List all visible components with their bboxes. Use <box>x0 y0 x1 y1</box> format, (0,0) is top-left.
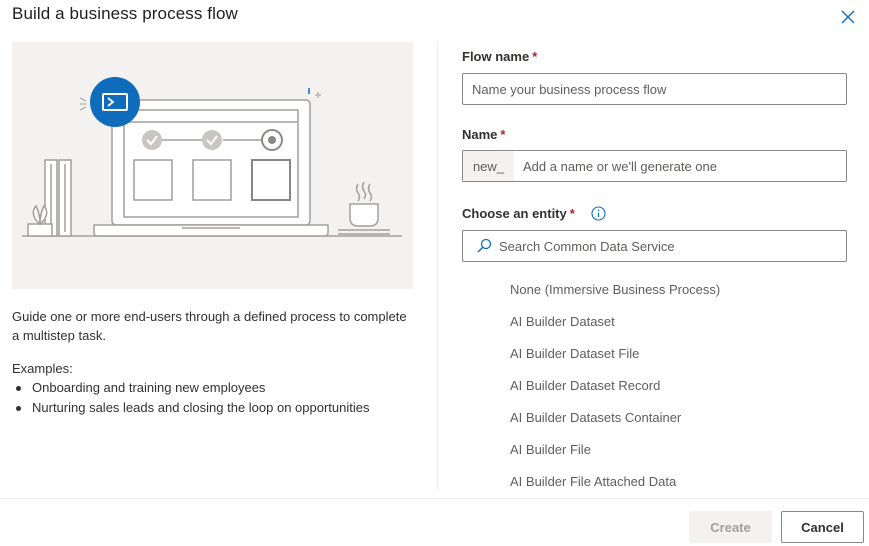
entity-label: Choose an entity * <box>462 206 575 221</box>
dialog-title: Build a business process flow <box>12 4 238 23</box>
entity-option[interactable]: AI Builder Dataset Record <box>462 370 847 402</box>
entity-option[interactable]: AI Builder File Attached Data <box>462 466 847 490</box>
example-item: Nurturing sales leads and closing the lo… <box>12 398 370 418</box>
create-button[interactable]: Create <box>689 511 772 543</box>
description-text: Guide one or more end-users through a de… <box>12 309 407 343</box>
footer-divider <box>0 498 869 499</box>
cancel-button[interactable]: Cancel <box>781 511 864 543</box>
close-button[interactable] <box>838 7 858 27</box>
info-button[interactable] <box>591 206 606 221</box>
entity-option[interactable]: AI Builder Dataset <box>462 306 847 338</box>
close-icon <box>841 10 855 24</box>
examples-list: Onboarding and training new employees Nu… <box>12 378 370 417</box>
examples-label: Examples: <box>12 361 73 376</box>
required-marker: * <box>500 127 506 142</box>
vertical-divider <box>437 42 438 490</box>
info-icon <box>591 206 606 221</box>
name-prefix: new_ <box>463 151 514 181</box>
required-marker: * <box>569 206 575 221</box>
entity-option[interactable]: AI Builder Datasets Container <box>462 402 847 434</box>
name-label: Name * <box>462 127 506 142</box>
entity-search-input[interactable] <box>499 238 846 254</box>
flow-terminal-icon <box>90 77 140 127</box>
example-item: Onboarding and training new employees <box>12 378 370 398</box>
search-icon <box>463 238 499 254</box>
required-marker: * <box>532 49 538 64</box>
entity-option[interactable]: None (Immersive Business Process) <box>462 274 847 306</box>
name-input[interactable] <box>514 151 846 181</box>
entity-option[interactable]: AI Builder Dataset File <box>462 338 847 370</box>
flow-name-input[interactable] <box>462 73 847 105</box>
entity-option[interactable]: AI Builder File <box>462 434 847 466</box>
entity-list: None (Immersive Business Process) AI Bui… <box>462 274 847 490</box>
flow-name-label: Flow name * <box>462 49 538 64</box>
entity-search-box <box>462 230 847 262</box>
illustration <box>12 42 413 289</box>
name-field: new_ <box>462 150 847 182</box>
